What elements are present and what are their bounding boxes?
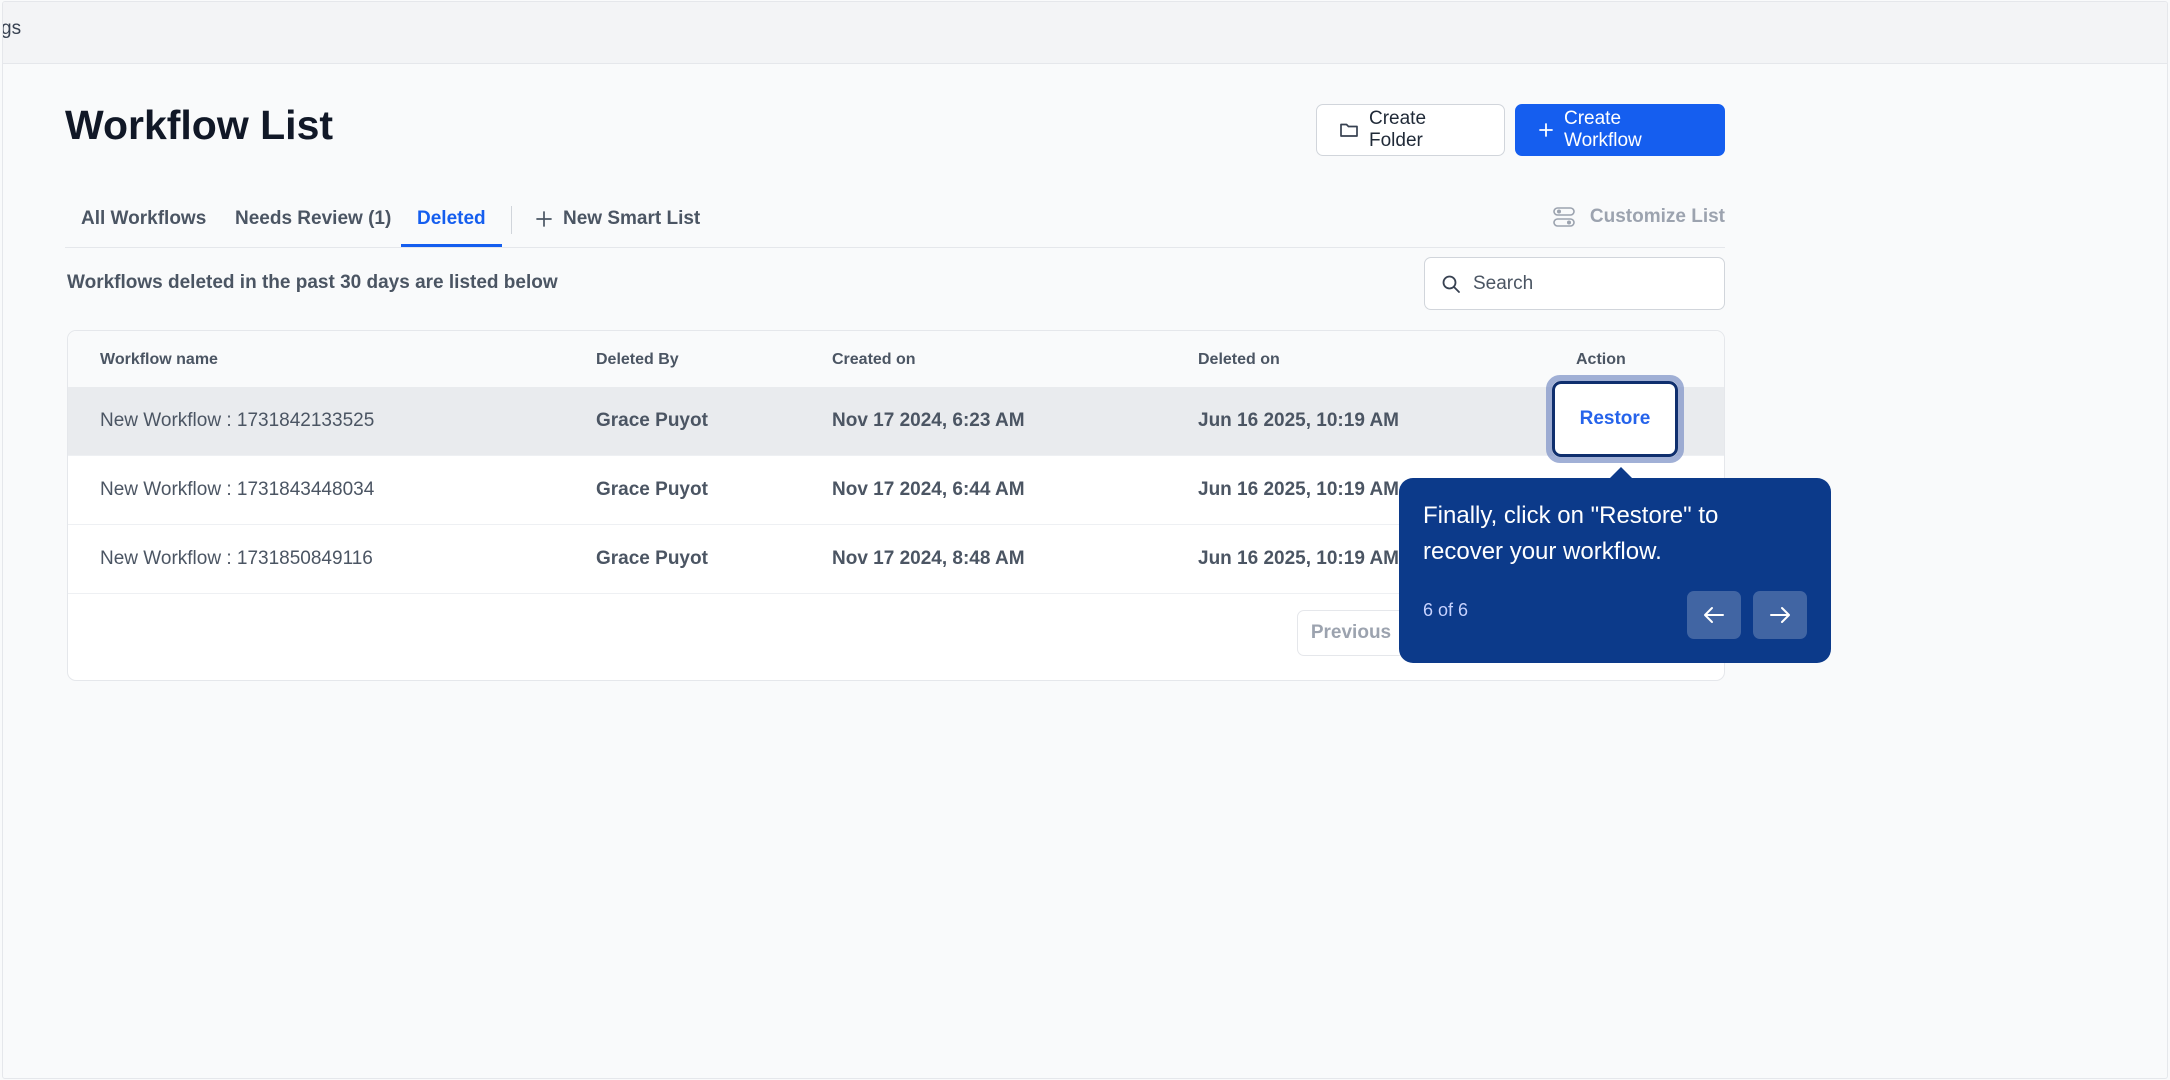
deleted-by: Grace Puyot (596, 548, 708, 569)
sliders-icon (1553, 207, 1575, 227)
deleted-on: Jun 16 2025, 10:19 AM (1198, 410, 1400, 431)
topbar-partial-text: gs (2, 18, 22, 39)
column-header-action: Action (1576, 351, 1626, 368)
restore-button[interactable]: Restore (1552, 381, 1678, 457)
restore-highlight-ring: Restore (1546, 375, 1684, 463)
workflow-name: New Workflow : 1731842133525 (100, 410, 375, 431)
table-header: Workflow name Deleted By Created on Dele… (68, 331, 1724, 388)
tab-deleted[interactable]: Deleted (401, 198, 502, 247)
deleted-by: Grace Puyot (596, 479, 708, 500)
top-bar: gs (3, 2, 2167, 64)
customize-list-label: Customize List (1589, 206, 1725, 227)
tab-divider (511, 206, 512, 234)
tab-all-workflows[interactable]: All Workflows (81, 198, 206, 246)
new-smart-list-button[interactable]: New Smart List (535, 198, 700, 246)
created-on: Nov 17 2024, 8:48 AM (832, 548, 1025, 569)
column-header-deleted-by: Deleted By (596, 351, 679, 368)
app-frame: gs Workflow List Create Folder Create Wo… (2, 1, 2168, 1079)
deleted-on: Jun 16 2025, 10:19 AM (1198, 548, 1400, 569)
guide-tooltip: Finally, click on "Restore" to recover y… (1399, 467, 1831, 663)
create-workflow-label: Create Workflow (1564, 108, 1642, 151)
create-workflow-button[interactable]: Create Workflow (1515, 104, 1725, 156)
plus-icon (536, 211, 552, 227)
create-folder-label: Create Folder (1369, 108, 1427, 151)
created-on: Nov 17 2024, 6:44 AM (832, 479, 1025, 500)
search-input[interactable] (1471, 271, 1705, 296)
deleted-on: Jun 16 2025, 10:19 AM (1198, 479, 1400, 500)
tab-bar: All Workflows Needs Review (1) Deleted N… (65, 198, 1725, 248)
column-header-deleted-on: Deleted on (1198, 351, 1280, 368)
tooltip-previous-button[interactable] (1687, 591, 1741, 639)
page-title: Workflow List (65, 102, 334, 148)
column-header-created-on: Created on (832, 351, 916, 368)
search-box[interactable] (1424, 257, 1725, 310)
workflow-name: New Workflow : 1731850849116 (100, 548, 373, 569)
new-smart-list-label: New Smart List (563, 208, 701, 229)
tab-needs-review[interactable]: Needs Review (1) (235, 198, 391, 246)
table-row: New Workflow : 1731842133525 Grace Puyot… (68, 387, 1724, 456)
tooltip-next-button[interactable] (1753, 591, 1807, 639)
search-icon (1442, 275, 1460, 293)
plus-icon (1539, 123, 1553, 137)
create-folder-button[interactable]: Create Folder (1316, 104, 1505, 156)
tooltip-text: Finally, click on "Restore" to recover y… (1423, 502, 1719, 565)
column-header-workflow-name: Workflow name (100, 351, 218, 368)
deleted-info-text: Workflows deleted in the past 30 days ar… (67, 272, 558, 293)
folder-icon (1340, 123, 1358, 137)
deleted-by: Grace Puyot (596, 410, 708, 431)
previous-page-button[interactable]: Previous (1297, 610, 1405, 656)
customize-list-button[interactable]: Customize List (1552, 206, 1725, 228)
tooltip-step-counter: 6 of 6 (1423, 600, 1469, 620)
created-on: Nov 17 2024, 6:23 AM (832, 410, 1025, 431)
arrow-left-icon (1704, 607, 1724, 623)
workflow-name: New Workflow : 1731843448034 (100, 479, 375, 500)
arrow-right-icon (1770, 607, 1790, 623)
